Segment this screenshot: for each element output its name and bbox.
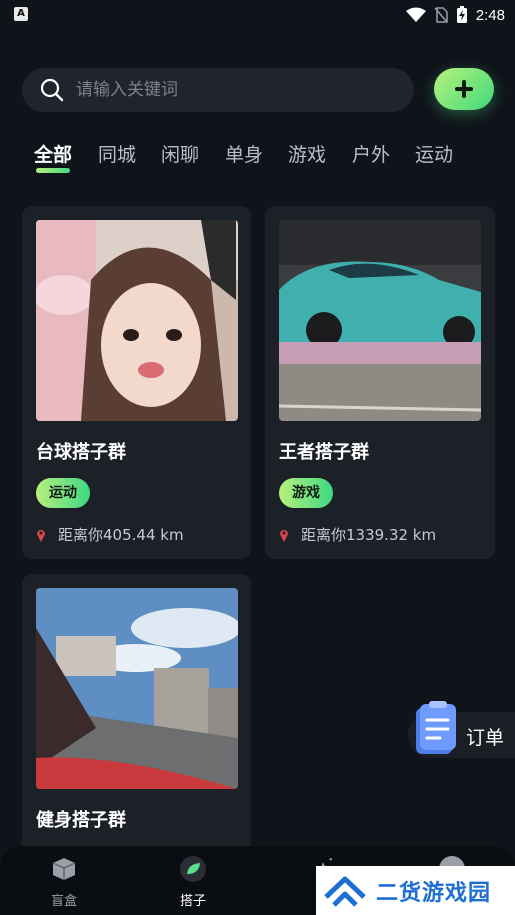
tab-outdoor[interactable]: 户外 bbox=[352, 140, 390, 167]
app-notification-icon: A bbox=[14, 7, 28, 21]
card-title: 健身搭子群 bbox=[36, 810, 126, 831]
add-button[interactable] bbox=[434, 68, 494, 110]
card-photo-city bbox=[36, 588, 238, 789]
status-bar: A 2:48 bbox=[0, 0, 515, 30]
watermark-logo-icon bbox=[324, 876, 366, 907]
card-photo-car bbox=[279, 220, 481, 421]
nav-item-blind-box[interactable]: 盲盒 bbox=[34, 856, 94, 909]
watermark-text: 二货游戏园 bbox=[376, 880, 492, 906]
group-card[interactable]: 台球搭子群 运动 距离你405.44 km bbox=[22, 206, 251, 559]
tab-sports[interactable]: 运动 bbox=[415, 140, 453, 167]
order-label: 订单 bbox=[466, 727, 505, 749]
tab-chat[interactable]: 闲聊 bbox=[161, 140, 199, 167]
tab-games[interactable]: 游戏 bbox=[288, 140, 326, 167]
search-icon bbox=[40, 78, 64, 102]
search-bar[interactable] bbox=[22, 68, 414, 112]
nav-label: 盲盒 bbox=[50, 894, 77, 909]
leaf-icon bbox=[180, 856, 206, 882]
status-time: 2:48 bbox=[475, 6, 505, 24]
card-distance-text: 距离你405.44 km bbox=[58, 526, 184, 544]
plus-icon bbox=[455, 80, 473, 98]
nav-label: 搭子 bbox=[179, 894, 206, 909]
search-input[interactable] bbox=[76, 80, 376, 100]
card-tag: 游戏 bbox=[279, 478, 333, 508]
wifi-icon bbox=[405, 7, 426, 22]
no-sim-icon bbox=[434, 7, 448, 23]
card-distance: 距离你1339.32 km bbox=[279, 524, 436, 545]
card-distance: 距离你405.44 km bbox=[36, 524, 184, 545]
clipboard-icon bbox=[416, 701, 456, 754]
box-icon bbox=[52, 858, 76, 880]
group-card[interactable]: 王者搭子群 游戏 距离你1339.32 km bbox=[265, 206, 495, 559]
card-title: 王者搭子群 bbox=[279, 442, 369, 463]
card-photo-girl bbox=[36, 220, 238, 421]
tab-same-city[interactable]: 同城 bbox=[98, 140, 136, 167]
group-card[interactable]: 健身搭子群 bbox=[22, 574, 251, 864]
tab-single[interactable]: 单身 bbox=[225, 140, 263, 167]
card-title: 台球搭子群 bbox=[36, 442, 126, 463]
nav-item-partner[interactable]: 搭子 bbox=[163, 856, 223, 909]
location-pin-icon bbox=[280, 529, 288, 542]
order-float-button[interactable]: 订单 bbox=[408, 701, 515, 758]
tab-active-indicator bbox=[36, 168, 70, 173]
tab-all[interactable]: 全部 bbox=[34, 140, 72, 167]
battery-charging-icon bbox=[456, 6, 467, 23]
location-pin-icon bbox=[37, 529, 45, 542]
status-icons: 2:48 bbox=[405, 4, 505, 26]
card-distance-text: 距离你1339.32 km bbox=[301, 526, 437, 544]
card-tag: 运动 bbox=[36, 478, 90, 508]
watermark: 二货游戏园 bbox=[316, 866, 515, 915]
